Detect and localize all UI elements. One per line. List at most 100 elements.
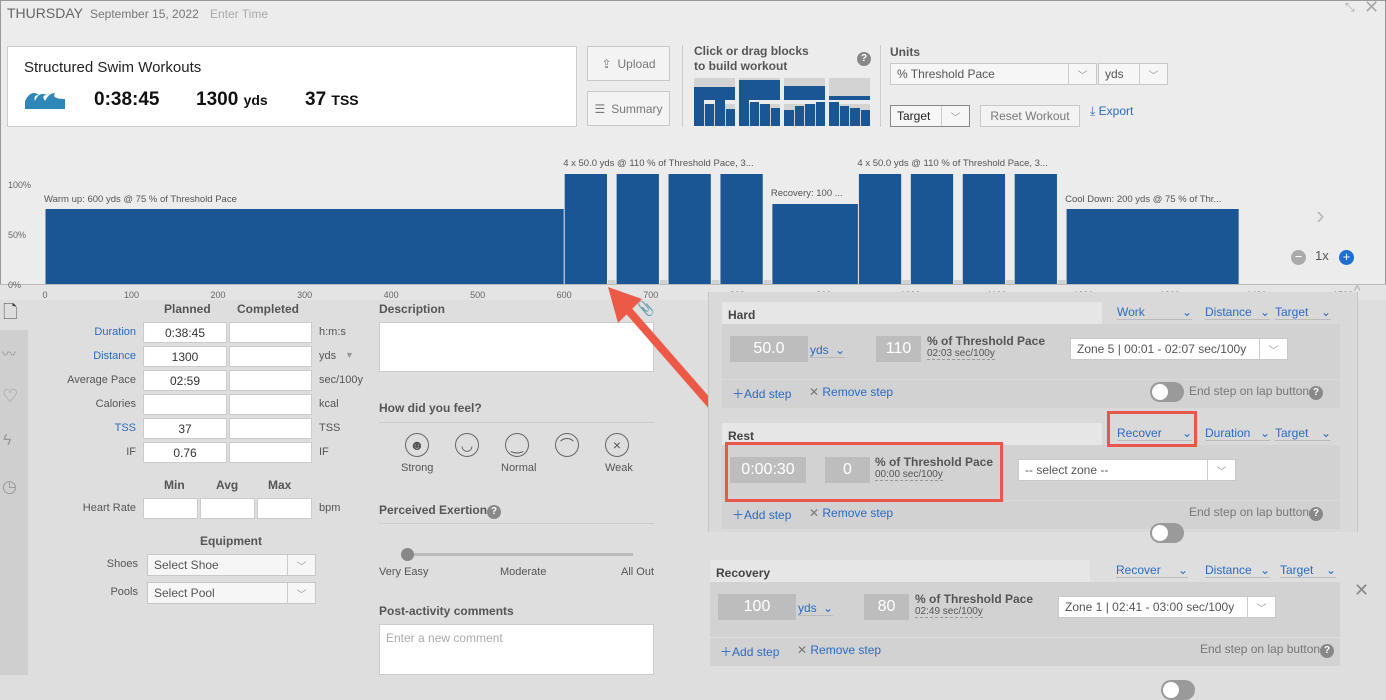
enter-time-link[interactable]: Enter Time	[210, 7, 268, 21]
completed-input[interactable]	[229, 370, 312, 391]
chart-bar[interactable]	[858, 174, 902, 284]
slider-handle[interactable]	[401, 548, 414, 561]
heart-icon[interactable]: ♡	[2, 386, 18, 407]
workout-block[interactable]	[784, 78, 825, 100]
lap-toggle[interactable]	[1161, 680, 1195, 700]
stat-label[interactable]: Duration	[30, 326, 136, 338]
workout-block[interactable]	[739, 78, 780, 100]
zoom-in-icon[interactable]: +	[1339, 250, 1354, 265]
completed-input[interactable]	[229, 346, 312, 367]
hr-min-input[interactable]	[143, 498, 198, 519]
remove-block-icon[interactable]: ✕	[1354, 580, 1369, 601]
chart-bar[interactable]	[616, 174, 659, 284]
step-type-dropdown[interactable]: Recover ⌄	[1116, 563, 1188, 578]
stat-label[interactable]: TSS	[30, 422, 136, 434]
step-target-dropdown[interactable]: Target ⌄	[1280, 563, 1336, 578]
remove-step-button[interactable]: ✕ Remove step	[809, 385, 893, 399]
summary-button[interactable]: ☰ Summary	[587, 91, 670, 126]
planned-input[interactable]: 0.76	[143, 442, 227, 463]
reset-workout-button[interactable]: Reset Workout	[980, 105, 1080, 127]
target-value: Target	[897, 109, 931, 123]
close-icon[interactable]: ✕	[1364, 0, 1379, 18]
chart-bar[interactable]	[1014, 174, 1057, 284]
planned-input[interactable]: 0:38:45	[143, 322, 227, 343]
zone-select[interactable]: -- select zone -- ﹀	[1018, 459, 1236, 481]
planned-input[interactable]	[143, 394, 227, 415]
chevron-right-icon[interactable]: ›	[1316, 200, 1325, 231]
zone-select[interactable]: Zone 1 | 02:41 - 03:00 sec/100y ﹀	[1058, 596, 1276, 618]
target-select[interactable]: Target ﹀	[890, 105, 970, 127]
distance-unit-select[interactable]: yds ﹀	[1098, 63, 1168, 85]
lightning-icon[interactable]: ϟ	[3, 432, 11, 450]
planned-input[interactable]: 37	[143, 418, 227, 439]
help-icon[interactable]: ?	[487, 504, 502, 519]
graph-icon[interactable]: 〰	[2, 344, 16, 364]
zone-select[interactable]: Zone 5 | 00:01 - 02:07 sec/100y ﹀	[1070, 338, 1288, 360]
pace-unit-select[interactable]: % Threshold Pace ﹀	[890, 63, 1097, 85]
lap-toggle[interactable]	[1150, 523, 1184, 543]
collapse-chevron-icon[interactable]: ^	[1354, 282, 1361, 298]
poor-face-icon[interactable]: ⌒	[555, 433, 579, 457]
step-mode-dropdown[interactable]: Distance ⌄	[1205, 563, 1270, 578]
pool-select[interactable]: Select Pool ﹀	[147, 582, 316, 604]
comment-input[interactable]: Enter a new comment	[379, 624, 654, 675]
hr-max-input[interactable]	[257, 498, 312, 519]
chart-bar[interactable]	[962, 174, 1006, 284]
step-type-dropdown[interactable]: Work ⌄	[1117, 305, 1192, 320]
completed-input[interactable]	[229, 394, 312, 415]
step-unit-dropdown[interactable]: yds ⌄	[810, 343, 845, 358]
collapse-icon[interactable]: ⤡	[1345, 0, 1355, 15]
strong-face-icon[interactable]: ☻	[405, 433, 429, 457]
planned-input[interactable]: 02:59	[143, 370, 227, 391]
document-icon[interactable]: 🗋	[3, 300, 17, 330]
normal-face-icon[interactable]: ‿	[505, 433, 529, 457]
add-step-button[interactable]: ＋Add step	[732, 385, 791, 402]
chart-bar[interactable]	[1066, 209, 1239, 284]
workout-block[interactable]	[829, 78, 870, 100]
step-unit-dropdown[interactable]: yds ⌄	[798, 601, 833, 616]
remove-step-button[interactable]: ✕ Remove step	[797, 643, 881, 657]
good-face-icon[interactable]: ◡	[455, 433, 479, 457]
completed-input[interactable]	[229, 442, 312, 463]
shoe-select[interactable]: Select Shoe ﹀	[147, 554, 316, 576]
step-mode-dropdown[interactable]: Duration ⌄	[1205, 426, 1270, 441]
completed-input[interactable]	[229, 418, 312, 439]
step-amount-input[interactable]: 100	[718, 594, 796, 620]
weak-face-icon[interactable]: ×	[605, 433, 629, 457]
help-icon[interactable]: ?	[857, 50, 871, 66]
lap-toggle[interactable]	[1150, 382, 1184, 402]
upload-button[interactable]: ⇪ Upload	[587, 46, 670, 81]
step-target-dropdown[interactable]: Target ⌄	[1275, 426, 1331, 441]
stat-label[interactable]: Distance	[30, 350, 136, 362]
workout-chart[interactable]: 0100200300400500600700800900100011001200…	[0, 150, 1386, 300]
workout-blocks[interactable]	[694, 78, 870, 128]
clock-icon[interactable]: ◷	[2, 477, 17, 497]
workout-block[interactable]	[694, 100, 735, 126]
step-percent-input[interactable]: 80	[864, 594, 909, 620]
workout-block[interactable]	[829, 102, 870, 126]
chart-bar[interactable]	[720, 174, 763, 284]
step-percent-input[interactable]: 110	[876, 336, 921, 362]
chart-bar[interactable]	[772, 204, 858, 284]
add-step-button[interactable]: ＋Add step	[720, 643, 779, 660]
chart-bar[interactable]	[45, 209, 564, 284]
zoom-out-icon[interactable]: −	[1291, 250, 1306, 265]
chart-bar[interactable]	[564, 174, 607, 284]
planned-input[interactable]: 1300	[143, 346, 227, 367]
chart-bar[interactable]	[910, 174, 954, 284]
chart-bar[interactable]	[668, 174, 711, 284]
workout-block[interactable]	[694, 78, 735, 100]
step-target-dropdown[interactable]: Target ⌄	[1275, 305, 1331, 320]
remove-step-button[interactable]: ✕ Remove step	[809, 506, 893, 520]
step-amount-input[interactable]: 50.0	[730, 336, 808, 362]
workout-block[interactable]	[739, 100, 780, 126]
completed-input[interactable]	[229, 322, 312, 343]
add-step-button[interactable]: ＋Add step	[732, 506, 791, 523]
workout-block[interactable]	[784, 102, 825, 126]
step-mode-dropdown[interactable]: Distance ⌄	[1205, 305, 1270, 320]
exertion-slider[interactable]	[405, 553, 633, 556]
help-icon: ?	[1309, 385, 1324, 400]
hr-avg-input[interactable]	[200, 498, 255, 519]
export-button[interactable]: ⤓ Export	[1090, 104, 1133, 119]
caret-down-icon[interactable]: ▼	[345, 350, 354, 360]
